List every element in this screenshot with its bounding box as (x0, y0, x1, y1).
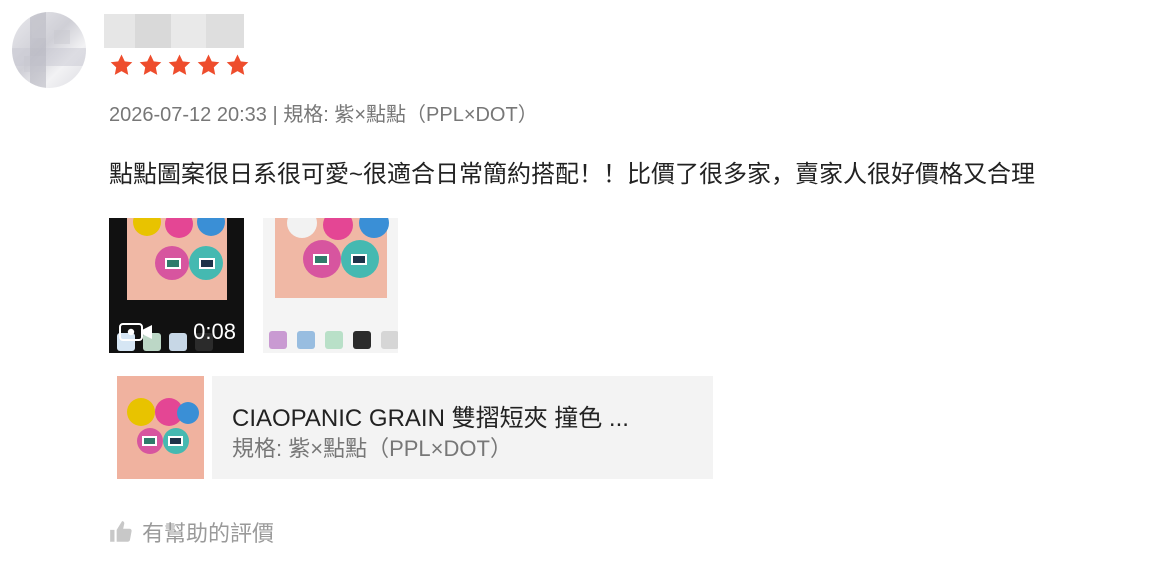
strip-thumb (325, 331, 343, 349)
strip-thumb (353, 331, 371, 349)
decor-circle (323, 218, 353, 240)
product-image[interactable] (117, 376, 204, 479)
review-meta: 2026-07-12 20:33 | 規格: 紫×點點（PPL×DOT） (109, 104, 538, 126)
wallet-icon (313, 254, 329, 265)
star-icon (108, 52, 135, 79)
wallet-icon (351, 254, 367, 265)
decor-circle (165, 218, 193, 238)
decor-circle (133, 218, 161, 236)
review-video-thumbnail[interactable]: 0:08 (109, 218, 244, 353)
decor-circle (197, 218, 225, 236)
username[interactable] (104, 14, 244, 48)
product-card[interactable]: CIAOPANIC GRAIN 雙摺短夾 撞色 ... 規格: 紫×點點（PPL… (117, 376, 713, 479)
wallet-icon (199, 258, 215, 269)
strip-thumb (169, 333, 187, 351)
star-icon (224, 52, 251, 79)
rating-stars (108, 52, 251, 79)
decor-circle (177, 402, 199, 424)
helpful-button[interactable]: 有幫助的評價 (108, 516, 274, 548)
photo-frame (275, 218, 389, 298)
avatar-pixel (54, 30, 70, 44)
review-photo-thumbnail[interactable] (263, 218, 398, 353)
strip-thumb (297, 331, 315, 349)
avatar-pixel (24, 56, 46, 72)
avatar-pixel (32, 20, 46, 38)
review-comment: 點點圖案很日系很可愛~很適合日常簡約搭配！！比價了很多家，賣家人很好價格又合理 (109, 161, 1036, 188)
photo-strip (269, 331, 398, 349)
decor-circle (287, 218, 317, 238)
video-duration: 0:08 (193, 319, 236, 344)
strip-thumb (381, 331, 398, 349)
star-icon (137, 52, 164, 79)
product-title[interactable]: CIAOPANIC GRAIN 雙摺短夾 撞色 ... (232, 398, 629, 433)
star-icon (195, 52, 222, 79)
decor-circle (359, 218, 389, 238)
wallet-icon (142, 436, 157, 446)
wallet-icon (165, 258, 181, 269)
video-frame (127, 218, 227, 300)
product-info[interactable]: CIAOPANIC GRAIN 雙摺短夾 撞色 ... 規格: 紫×點點（PPL… (212, 376, 713, 479)
strip-thumb (269, 331, 287, 349)
thumbs-up-icon (110, 521, 132, 542)
product-spec: 規格: 紫×點點（PPL×DOT） (232, 436, 512, 461)
star-icon (166, 52, 193, 79)
video-camera-icon (119, 323, 152, 341)
decor-circle (127, 398, 155, 426)
helpful-label: 有幫助的評價 (142, 521, 275, 546)
user-avatar[interactable] (12, 12, 86, 88)
wallet-icon (168, 436, 183, 446)
